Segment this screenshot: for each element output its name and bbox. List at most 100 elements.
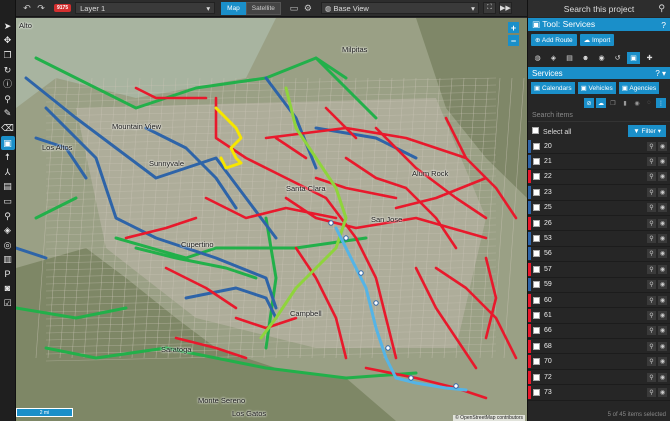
rotate-icon[interactable]: ↻ bbox=[1, 63, 15, 78]
link-icon[interactable]: ⊘ bbox=[584, 98, 594, 108]
map-attribution[interactable]: © OpenStreetMap contributors bbox=[453, 415, 525, 421]
route-checkbox[interactable] bbox=[533, 281, 540, 289]
settings-icon[interactable]: ⚙ bbox=[301, 3, 315, 14]
route-checkbox[interactable] bbox=[533, 204, 540, 212]
comment-icon[interactable]: ▤ bbox=[1, 180, 15, 195]
visibility-eye-icon[interactable]: ◉ bbox=[658, 264, 667, 274]
zoom-to-icon[interactable]: ⚲ bbox=[647, 218, 656, 228]
route-checkbox[interactable] bbox=[533, 173, 540, 181]
monitor-icon[interactable]: ▭ bbox=[287, 3, 301, 14]
route-checkbox[interactable] bbox=[533, 342, 540, 350]
select-all-checkbox[interactable] bbox=[532, 126, 539, 134]
pen-icon[interactable]: ✎ bbox=[1, 107, 15, 122]
route-row[interactable]: 23 ⚲ ◉ bbox=[528, 185, 670, 201]
zoom-to-icon[interactable]: ⚲ bbox=[647, 172, 656, 182]
eraser-icon[interactable]: ⌫ bbox=[1, 121, 15, 136]
route-checkbox[interactable] bbox=[533, 388, 540, 396]
map-canvas[interactable] bbox=[16, 18, 527, 421]
route-row[interactable]: 56 ⚲ ◉ bbox=[528, 247, 670, 263]
route-row[interactable]: 57 ⚲ ◉ bbox=[528, 262, 670, 278]
zoom-to-icon[interactable]: ⚲ bbox=[647, 264, 656, 274]
route-row[interactable]: 53 ⚲ ◉ bbox=[528, 231, 670, 247]
globe-icon[interactable]: ◎ bbox=[1, 238, 15, 253]
ruler-icon[interactable]: ▭ bbox=[1, 194, 15, 209]
copy-icon[interactable]: ❐ bbox=[1, 48, 15, 63]
zoom-to-icon[interactable]: ⚲ bbox=[647, 187, 656, 197]
layer-select[interactable]: Layer 1 ▾ bbox=[75, 2, 216, 14]
zoom-to-icon[interactable]: ⚲ bbox=[647, 295, 656, 305]
bus-icon[interactable]: ▣ bbox=[627, 52, 640, 64]
visibility-eye-icon[interactable]: ◉ bbox=[658, 172, 667, 182]
route-row[interactable]: 25 ⚲ ◉ bbox=[528, 201, 670, 216]
route-row[interactable]: 68 ⚲ ◉ bbox=[528, 339, 670, 355]
route-checkbox[interactable] bbox=[533, 188, 540, 196]
visibility-eye-icon[interactable]: ◉ bbox=[658, 326, 667, 336]
route-row[interactable]: 59 ⚲ ◉ bbox=[528, 278, 670, 293]
route-row[interactable]: 61 ⚲ ◉ bbox=[528, 308, 670, 324]
basemap-select[interactable]: ◍ Base View ▾ bbox=[320, 2, 479, 14]
redo-icon[interactable]: ↷ bbox=[34, 3, 48, 14]
route-row[interactable]: 72 ⚲ ◉ bbox=[528, 370, 670, 386]
map-tab[interactable]: Map bbox=[221, 1, 246, 15]
visibility-eye-icon[interactable]: ◉ bbox=[658, 310, 667, 320]
split-icon[interactable]: ⅄ bbox=[1, 165, 15, 180]
route-checkbox[interactable] bbox=[533, 250, 540, 258]
visibility-eye-icon[interactable]: ◉ bbox=[658, 234, 667, 244]
duplicate-icon[interactable]: ❐ bbox=[608, 98, 618, 108]
map-view[interactable]: Alto Milpitas Mountain View Los Altos Sunnyv… bbox=[16, 18, 527, 421]
zoom-out-button[interactable]: − bbox=[508, 35, 519, 46]
visibility-eye-icon[interactable]: ◉ bbox=[658, 372, 667, 382]
globe-icon[interactable]: ◍ bbox=[531, 52, 544, 64]
route-checkbox[interactable] bbox=[533, 373, 540, 381]
zoom-in-button[interactable]: + bbox=[508, 22, 519, 33]
delete-icon[interactable]: ▮ bbox=[620, 98, 630, 108]
puzzle-icon[interactable]: ✚ bbox=[643, 52, 656, 64]
visibility-eye-icon[interactable]: ◉ bbox=[658, 280, 667, 290]
visibility-eye-icon[interactable]: ◉ bbox=[658, 141, 667, 151]
route-row[interactable]: 66 ⚲ ◉ bbox=[528, 324, 670, 340]
calendars-tab[interactable]: ▣ Calendars bbox=[531, 82, 575, 94]
box-icon[interactable]: ◈ bbox=[1, 223, 15, 238]
zoom-to-icon[interactable]: ⚲ bbox=[647, 326, 656, 336]
route-checkbox[interactable] bbox=[533, 235, 540, 243]
zoom-to-icon[interactable]: ⚲ bbox=[647, 372, 656, 382]
route-checkbox[interactable] bbox=[533, 219, 540, 227]
project-search[interactable]: Search this project ⚲ bbox=[528, 0, 670, 17]
camera-icon[interactable]: ◙ bbox=[1, 282, 15, 297]
fullscreen-icon[interactable]: ⛶ bbox=[482, 2, 496, 14]
visibility-eye-icon[interactable]: ◉ bbox=[658, 157, 667, 167]
filter-button[interactable]: ▼ Filter ▾ bbox=[628, 125, 666, 137]
vehicles-tab[interactable]: ▣ Vehicles bbox=[577, 82, 616, 94]
collapse-panel-icon[interactable]: ▶▶ bbox=[498, 2, 512, 14]
zoom-to-icon[interactable]: ⚲ bbox=[647, 341, 656, 351]
route-row[interactable]: 21 ⚲ ◉ bbox=[528, 154, 670, 170]
route-row[interactable]: 70 ⚲ ◉ bbox=[528, 354, 670, 370]
zoom-to-icon[interactable]: ⚲ bbox=[647, 310, 656, 320]
visibility-eye-icon[interactable]: ◉ bbox=[658, 387, 667, 397]
route-checkbox[interactable] bbox=[533, 265, 540, 273]
route-row[interactable]: 20 ⚲ ◉ bbox=[528, 139, 670, 155]
undo-icon[interactable]: ↶ bbox=[20, 3, 34, 14]
visibility-eye-icon[interactable]: ◉ bbox=[658, 249, 667, 259]
select-all-control[interactable]: Select all bbox=[532, 126, 571, 136]
search-icon[interactable]: ⚲ bbox=[1, 209, 15, 224]
layers-icon[interactable]: ◈ bbox=[547, 52, 560, 64]
parking-icon[interactable]: P bbox=[1, 267, 15, 282]
route-row[interactable]: 22 ⚲ ◉ bbox=[528, 170, 670, 186]
satellite-tab[interactable]: Satellite bbox=[245, 1, 281, 15]
route-checkbox[interactable] bbox=[533, 142, 540, 150]
move-icon[interactable]: ✥ bbox=[1, 34, 15, 49]
route-checkbox[interactable] bbox=[533, 311, 540, 319]
person-icon[interactable]: ☨ bbox=[1, 150, 15, 165]
zoom-to-icon[interactable]: ⚲ bbox=[647, 234, 656, 244]
agencies-tab[interactable]: ▣ Agencies bbox=[618, 82, 660, 94]
zoom-to-icon[interactable]: ⚲ bbox=[647, 157, 656, 167]
route-row[interactable]: 26 ⚲ ◉ bbox=[528, 216, 670, 232]
zoom-to-icon[interactable]: ⚲ bbox=[647, 387, 656, 397]
version-badge[interactable]: 9175 bbox=[54, 4, 72, 12]
zoom-to-icon[interactable]: ⚲ bbox=[647, 357, 656, 367]
hide-icon[interactable]: ◌ bbox=[644, 98, 654, 108]
visibility-eye-icon[interactable]: ◉ bbox=[658, 203, 667, 213]
bus-icon[interactable]: ▣ bbox=[0, 135, 15, 151]
pin-icon[interactable]: ⚲ bbox=[1, 92, 15, 107]
